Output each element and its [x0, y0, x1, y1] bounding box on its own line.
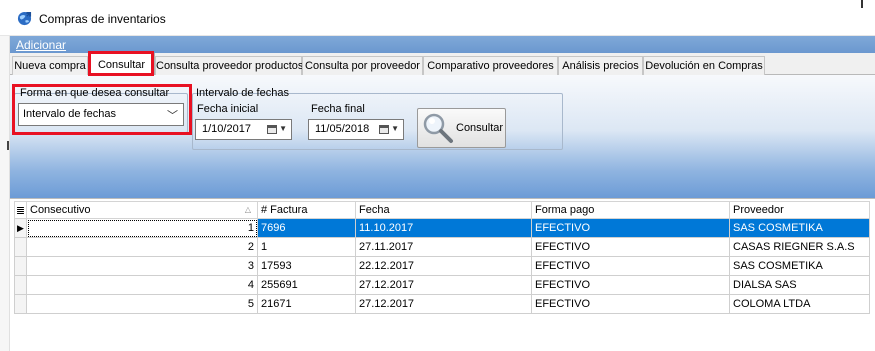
- dropdown-arrow-icon: ▼: [391, 124, 399, 133]
- sort-ascending-icon: △: [244, 205, 251, 214]
- row-selector[interactable]: [14, 256, 27, 276]
- highlight-box-consultar-tab: [88, 51, 154, 76]
- cell-fecha[interactable]: 27.11.2017: [355, 237, 532, 257]
- cell-fecha[interactable]: 22.12.2017: [355, 256, 532, 276]
- cell-forma-pago[interactable]: EFECTIVO: [531, 256, 730, 276]
- cell-factura[interactable]: 7696: [257, 218, 356, 238]
- cell-forma-pago[interactable]: EFECTIVO: [531, 275, 730, 295]
- cell-factura[interactable]: 17593: [257, 256, 356, 276]
- menu-item-adicionar[interactable]: Adicionar: [16, 38, 66, 52]
- cell-proveedor[interactable]: DIALSA SAS: [729, 275, 870, 295]
- consult-button-label: Consultar: [456, 122, 504, 134]
- cell-factura[interactable]: 1: [257, 237, 356, 257]
- row-selector-header-icon[interactable]: ≣: [14, 201, 27, 219]
- row-selector[interactable]: [14, 294, 27, 314]
- highlight-box-consult-mode: [12, 84, 192, 135]
- cell-consecutivo[interactable]: 4: [26, 275, 258, 295]
- purchases-grid: ≣ Consecutivo △ # Factura Fecha Forma pag…: [10, 198, 875, 351]
- column-header-consecutivo[interactable]: Consecutivo △: [26, 201, 258, 219]
- calendar-icon: [267, 125, 277, 134]
- table-row[interactable]: 5 21671 27.12.2017 EFECTIVO COLOMA LTDA: [14, 294, 870, 314]
- column-header-forma-pago[interactable]: Forma pago: [531, 201, 730, 219]
- background-window-edge: [0, 0, 10, 351]
- column-header-fecha[interactable]: Fecha: [355, 201, 532, 219]
- start-date-value: 1/10/2017: [202, 123, 251, 135]
- cell-proveedor[interactable]: CASAS RIEGNER S.A.S: [729, 237, 870, 257]
- tab-analisis-precios[interactable]: Análisis precios: [558, 56, 643, 75]
- tab-consulta-por-proveedor[interactable]: Consulta por proveedor: [302, 56, 423, 75]
- cell-forma-pago[interactable]: EFECTIVO: [531, 237, 730, 257]
- cell-fecha[interactable]: 27.12.2017: [355, 275, 532, 295]
- consult-button[interactable]: Consultar: [417, 108, 506, 148]
- background-edge-mark: [7, 141, 9, 150]
- table-row[interactable]: 3 17593 22.12.2017 EFECTIVO SAS COSMETIK…: [14, 256, 870, 276]
- cell-forma-pago[interactable]: EFECTIVO: [531, 294, 730, 314]
- tab-nueva-compra[interactable]: Nueva compra: [12, 56, 88, 75]
- table-row[interactable]: 2 1 27.11.2017 EFECTIVO CASAS RIEGNER S.…: [14, 237, 870, 257]
- end-date-picker[interactable]: 11/05/2018 ▼: [308, 119, 404, 140]
- window-title: Compras de inventarios: [39, 12, 166, 26]
- column-header-factura[interactable]: # Factura: [257, 201, 356, 219]
- row-selector[interactable]: [14, 237, 27, 257]
- dropdown-arrow-icon: ▼: [279, 124, 287, 133]
- tab-consulta-proveedor-productos[interactable]: Consulta proveedor productos: [155, 56, 303, 75]
- tab-devolucion-en-compras[interactable]: Devolución en Compras: [643, 56, 765, 75]
- calendar-icon: [379, 125, 389, 134]
- tab-comparativo-proveedores[interactable]: Comparativo proveedores: [423, 56, 558, 75]
- cell-consecutivo[interactable]: 1: [26, 218, 258, 238]
- cell-factura[interactable]: 255691: [257, 275, 356, 295]
- column-header-label: Consecutivo: [30, 204, 91, 216]
- cell-consecutivo[interactable]: 3: [26, 256, 258, 276]
- current-row-indicator-icon: ▶: [14, 218, 27, 238]
- cell-proveedor[interactable]: SAS COSMETIKA: [729, 218, 870, 238]
- date-range-legend: Intervalo de fechas: [196, 87, 289, 99]
- cell-factura[interactable]: 21671: [257, 294, 356, 314]
- end-date-label: Fecha final: [311, 103, 365, 115]
- table-row[interactable]: ▶ 1 7696 11.10.2017 EFECTIVO SAS COSMETI…: [14, 218, 870, 238]
- cell-forma-pago[interactable]: EFECTIVO: [531, 218, 730, 238]
- cell-proveedor[interactable]: COLOMA LTDA: [729, 294, 870, 314]
- cell-fecha[interactable]: 27.12.2017: [355, 294, 532, 314]
- table-row[interactable]: 4 255691 27.12.2017 EFECTIVO DIALSA SAS: [14, 275, 870, 295]
- magnifier-icon: [423, 113, 453, 143]
- window-titlebar[interactable]: Compras de inventarios: [0, 0, 875, 36]
- cell-proveedor[interactable]: SAS COSMETIKA: [729, 256, 870, 276]
- purchases-table: ≣ Consecutivo △ # Factura Fecha Forma pag…: [14, 201, 870, 314]
- column-header-proveedor[interactable]: Proveedor: [729, 201, 870, 219]
- window-edge-mark: [861, 0, 863, 8]
- row-selector[interactable]: [14, 275, 27, 295]
- cell-consecutivo[interactable]: 2: [26, 237, 258, 257]
- table-header-row: ≣ Consecutivo △ # Factura Fecha Forma pag…: [14, 201, 870, 219]
- app-globe-icon: [17, 11, 32, 26]
- cell-consecutivo[interactable]: 5: [26, 294, 258, 314]
- start-date-label: Fecha inicial: [197, 103, 259, 115]
- start-date-picker[interactable]: 1/10/2017 ▼: [195, 119, 292, 140]
- cell-fecha[interactable]: 11.10.2017: [355, 218, 532, 238]
- end-date-value: 11/05/2018: [315, 123, 370, 135]
